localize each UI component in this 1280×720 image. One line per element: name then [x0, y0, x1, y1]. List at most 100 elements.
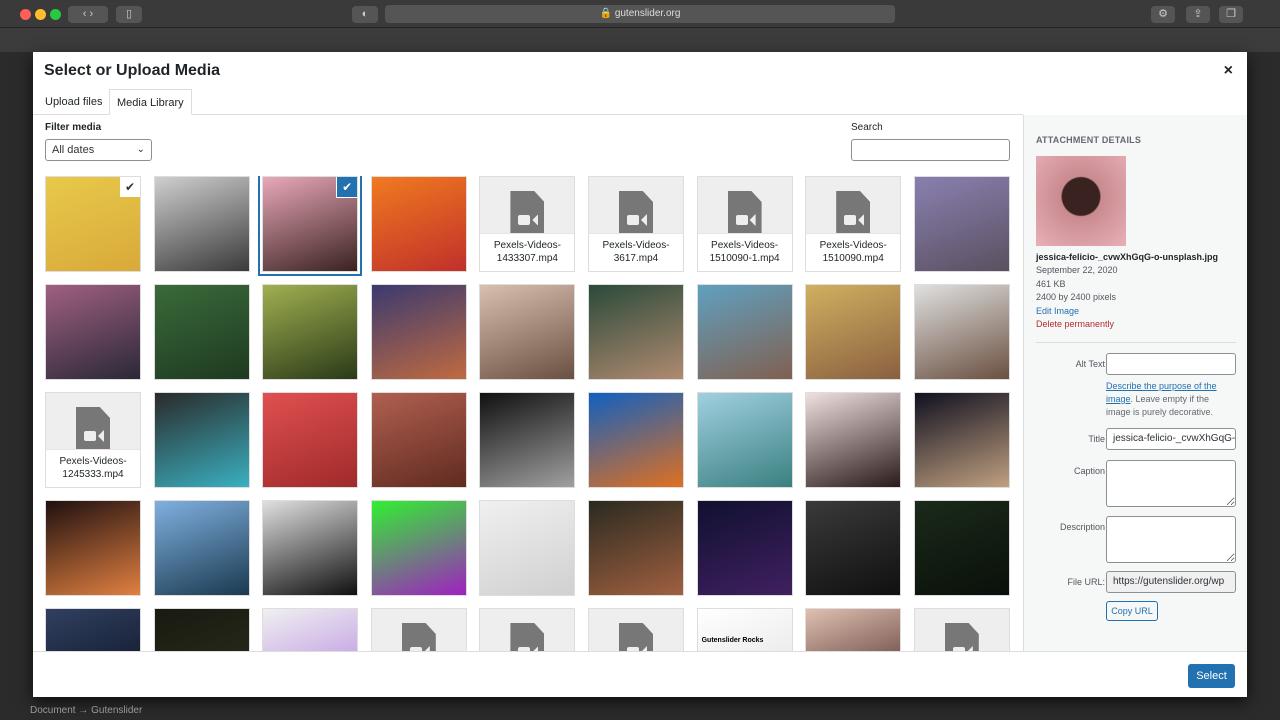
media-item-image[interactable]: [153, 392, 250, 488]
description-textarea[interactable]: [1106, 516, 1236, 563]
media-item-video[interactable]: Pexels-Videos-1510090.mp4: [805, 176, 902, 272]
media-item-image[interactable]: Gutenslider Rocks: [696, 608, 793, 651]
media-item-image[interactable]: [696, 500, 793, 596]
title-input[interactable]: jessica-felicio-_cvwXhGqG-o-unsplash: [1106, 428, 1236, 450]
media-item-video[interactable]: [913, 608, 1010, 651]
edit-image-link[interactable]: Edit Image: [1036, 306, 1079, 316]
media-item-image[interactable]: [262, 284, 359, 380]
media-item-video[interactable]: Pexels-Videos-1433307.mp4: [479, 176, 576, 272]
share-icon[interactable]: ⇪: [1186, 6, 1210, 23]
close-icon[interactable]: ×: [1224, 62, 1233, 80]
sidebar-icon[interactable]: ▯: [116, 6, 142, 23]
tab-upload-files[interactable]: Upload files: [38, 89, 109, 115]
chevron-down-icon: ⌄: [136, 144, 145, 155]
description-label: Description: [1059, 522, 1105, 532]
video-file-icon: [727, 191, 762, 235]
media-item-image[interactable]: [805, 608, 902, 651]
media-item-video[interactable]: [479, 608, 576, 651]
alt-text-help: Describe the purpose of the image. Leave…: [1106, 381, 1217, 417]
media-filename: Pexels-Videos-3617.mp4: [589, 233, 683, 271]
media-item-image[interactable]: [262, 392, 359, 488]
shield-icon[interactable]: ◐: [352, 6, 378, 23]
divider: [1036, 342, 1236, 343]
media-filename: Pexels-Videos-1510090-1.mp4: [697, 233, 792, 271]
tab-media-library[interactable]: Media Library: [109, 89, 192, 115]
video-file-icon: [510, 191, 545, 235]
media-item-image[interactable]: [262, 608, 359, 651]
select-button[interactable]: Select: [1188, 664, 1235, 688]
media-item-image[interactable]: [370, 500, 467, 596]
search-input[interactable]: [851, 139, 1010, 161]
media-item-image[interactable]: [913, 284, 1010, 380]
media-item-image[interactable]: [588, 500, 684, 596]
tab-bar: Upload files Media Library: [33, 89, 1023, 115]
media-item-image[interactable]: [45, 608, 141, 651]
checkmark-icon[interactable]: ✔: [337, 177, 358, 197]
copy-url-button[interactable]: Copy URL: [1106, 601, 1158, 621]
media-item-video[interactable]: [370, 608, 467, 651]
media-item-image[interactable]: [153, 176, 250, 272]
media-item-image[interactable]: [370, 392, 467, 488]
media-item-image[interactable]: ✔: [45, 176, 141, 272]
media-item-image[interactable]: [588, 284, 684, 380]
thumbnail-caption: Gutenslider Rocks: [701, 637, 764, 644]
alt-text-input[interactable]: [1106, 353, 1236, 375]
media-item-video[interactable]: Pexels-Videos-1510090-1.mp4: [696, 176, 793, 272]
breadcrumb: Document → Gutenslider: [30, 705, 143, 716]
media-item-image[interactable]: [45, 500, 141, 596]
media-item-image[interactable]: [153, 284, 250, 380]
media-item-image[interactable]: [262, 500, 359, 596]
attachment-thumbnail: [1036, 156, 1126, 246]
media-grid: ✔ ✔ Pexels-Videos-1433307.mp4 Pexels-Videos…: [45, 176, 1013, 651]
details-heading: ATTACHMENT DETAILS: [1036, 135, 1142, 145]
media-item-image[interactable]: [805, 392, 902, 488]
media-item-image[interactable]: [913, 176, 1010, 272]
minimize-window-button[interactable]: [35, 9, 46, 20]
caption-label: Caption: [1073, 466, 1105, 476]
media-item-image[interactable]: [805, 284, 902, 380]
media-item-video[interactable]: Pexels-Videos-3617.mp4: [588, 176, 684, 272]
media-item-image[interactable]: [45, 284, 141, 380]
modal-footer: Select: [33, 651, 1247, 697]
back-forward-buttons[interactable]: ‹ ›: [68, 6, 108, 23]
gear-icon[interactable]: ⚙: [1151, 6, 1175, 23]
checkmark-icon[interactable]: ✔: [120, 177, 140, 197]
delete-permanently-link[interactable]: Delete permanently: [1036, 319, 1114, 329]
close-window-button[interactable]: [20, 9, 31, 20]
media-filename: Pexels-Videos-1433307.mp4: [480, 233, 575, 271]
editor-toolbar: [0, 28, 1280, 52]
maximize-window-button[interactable]: [50, 9, 61, 20]
alt-text-label: Alt Text: [1075, 359, 1105, 369]
filename: jessica-felicio-_cvwXhGqG-o-unsplash.jpg: [1036, 252, 1219, 262]
media-item-image[interactable]: [913, 392, 1010, 488]
video-file-icon: [619, 191, 653, 235]
caption-textarea[interactable]: [1106, 460, 1236, 507]
filter-label: Filter media: [45, 122, 102, 133]
media-item-image[interactable]: [479, 392, 576, 488]
date-filter-select[interactable]: All dates ⌄: [45, 139, 152, 161]
media-filename: Pexels-Videos-1245333.mp4: [46, 449, 140, 487]
media-item-image[interactable]: [696, 284, 793, 380]
media-modal: Select or Upload Media × Upload files Me…: [33, 52, 1247, 697]
tabs-icon[interactable]: ❐: [1219, 6, 1243, 23]
media-item-image[interactable]: ✔: [260, 176, 361, 274]
attachment-details: ATTACHMENT DETAILS jessica-felicio-_cvwX…: [1023, 115, 1247, 651]
media-item-video[interactable]: Pexels-Videos-1245333.mp4: [45, 392, 141, 488]
title-label: Title: [1088, 434, 1105, 444]
media-item-image[interactable]: [370, 176, 467, 272]
media-item-image[interactable]: [153, 500, 250, 596]
media-item-image[interactable]: [805, 500, 902, 596]
media-item-video[interactable]: [588, 608, 684, 651]
video-file-icon: [836, 191, 871, 235]
media-item-image[interactable]: [479, 284, 576, 380]
media-filename: Pexels-Videos-1510090.mp4: [806, 233, 901, 271]
media-item-image[interactable]: [588, 392, 684, 488]
address-bar[interactable]: 🔒 gutenslider.org: [385, 5, 895, 23]
file-url-label: File URL:: [1067, 577, 1105, 587]
media-item-image[interactable]: [370, 284, 467, 380]
media-item-image[interactable]: [153, 608, 250, 651]
media-item-image[interactable]: [696, 392, 793, 488]
media-item-image[interactable]: [913, 500, 1010, 596]
media-item-image[interactable]: [479, 500, 576, 596]
file-url-input[interactable]: https://gutenslider.org/wp: [1106, 571, 1236, 593]
